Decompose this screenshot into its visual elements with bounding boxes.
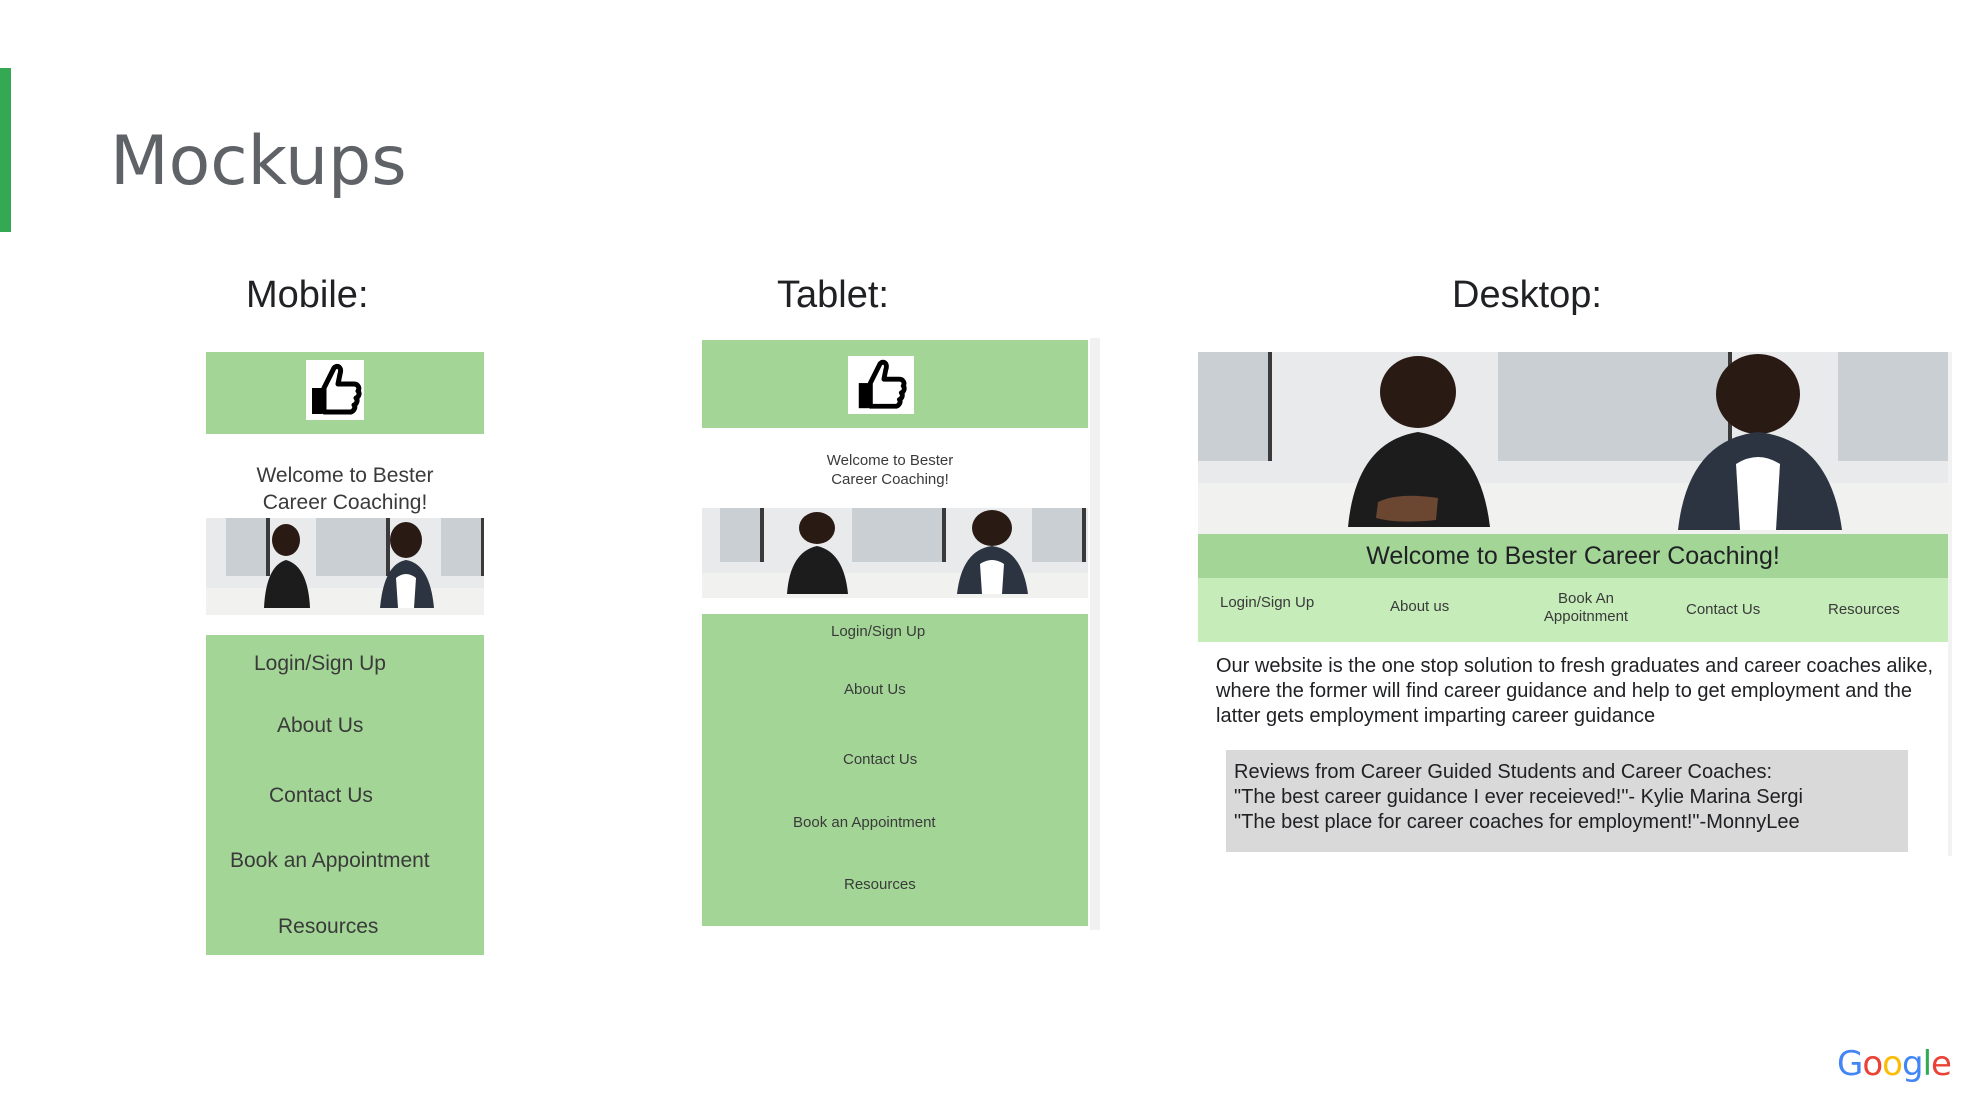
- nav-resources[interactable]: Resources: [844, 876, 916, 893]
- reviews-box: Reviews from Career Guided Students and …: [1226, 750, 1908, 852]
- nav-about-us[interactable]: About Us: [277, 714, 363, 738]
- nav-login-signup[interactable]: Login/Sign Up: [1220, 594, 1314, 612]
- tablet-header: [702, 340, 1088, 428]
- desktop-mockup: Welcome to Bester Career Coaching! Login…: [1196, 352, 1952, 856]
- nav-contact-us[interactable]: Contact Us: [843, 751, 917, 768]
- nav-about-us[interactable]: About us: [1390, 598, 1449, 616]
- google-logo: Google: [1837, 1044, 1952, 1084]
- tablet-mockup: Welcome to Bester Career Coaching! Login…: [700, 338, 1100, 930]
- about-paragraph: Our website is the one stop solution to …: [1216, 655, 1934, 727]
- reviews-heading: Reviews from Career Guided Students and …: [1234, 761, 1773, 783]
- desktop-title: Welcome to Bester Career Coaching!: [1198, 534, 1948, 578]
- hero-photo: [206, 518, 484, 615]
- thumbs-up-icon: [306, 360, 364, 420]
- nav-book-appointment[interactable]: Book an Appointment: [793, 814, 936, 831]
- nav-resources[interactable]: Resources: [1828, 601, 1900, 619]
- nav-book-appointment[interactable]: Book An Appoitnment: [1518, 590, 1654, 626]
- review-quote: "The best career guidance I ever receiev…: [1234, 786, 1803, 808]
- nav-resources[interactable]: Resources: [278, 915, 378, 939]
- slide-title: Mockups: [110, 122, 407, 201]
- nav-contact-us[interactable]: Contact Us: [269, 784, 373, 808]
- tablet-label: Tablet:: [777, 274, 889, 316]
- tablet-welcome-text: Welcome to Bester Career Coaching!: [826, 452, 954, 488]
- review-quote: "The best place for career coaches for e…: [1234, 811, 1800, 833]
- mobile-label: Mobile:: [246, 274, 369, 316]
- nav-contact-us[interactable]: Contact Us: [1686, 601, 1760, 619]
- accent-bar: [0, 68, 11, 232]
- desktop-nav: Login/Sign Up About us Book An Appoitnme…: [1198, 578, 1948, 642]
- hero-photo: [702, 508, 1088, 598]
- nav-about-us[interactable]: About Us: [844, 681, 906, 698]
- mobile-mockup: Welcome to Bester Career Coaching! Login…: [206, 352, 484, 955]
- mobile-nav: Login/Sign Up About Us Contact Us Book a…: [206, 635, 484, 955]
- desktop-label: Desktop:: [1452, 274, 1602, 316]
- nav-login-signup[interactable]: Login/Sign Up: [831, 623, 925, 640]
- tablet-nav: Login/Sign Up About Us Contact Us Book a…: [702, 614, 1088, 926]
- mobile-header: [206, 352, 484, 434]
- hero-photo: [1198, 352, 1948, 534]
- mobile-welcome-text: Welcome to Bester Career Coaching!: [256, 464, 434, 514]
- nav-book-appointment[interactable]: Book an Appointment: [230, 849, 430, 873]
- thumbs-up-icon: [848, 356, 914, 414]
- nav-login-signup[interactable]: Login/Sign Up: [254, 652, 386, 676]
